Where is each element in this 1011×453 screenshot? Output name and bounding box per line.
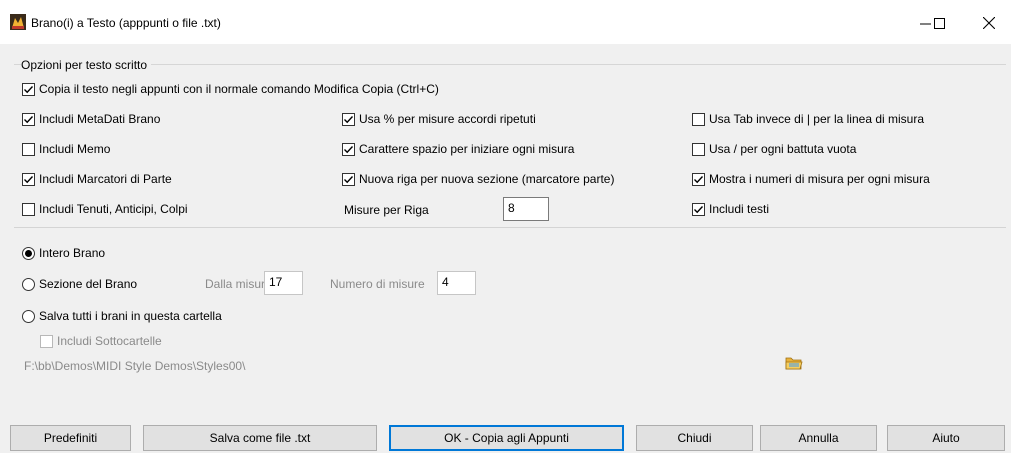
group-border [14,64,1006,65]
checkbox-label: Includi Tenuti, Anticipi, Colpi [39,202,188,216]
checkbox-label: Includi Memo [39,142,111,156]
checkbox-label: Carattere spazio per iniziare ogni misur… [359,142,575,156]
whole-song-radio[interactable]: Intero Brano [22,246,105,260]
folder-icon[interactable] [785,355,803,371]
band-in-a-box-app-icon [10,14,26,30]
checkbox-label: Includi Marcatori di Parte [39,172,172,186]
checkbox-label: Includi testi [709,202,770,216]
space-start-bar-checkbox[interactable]: Carattere spazio per iniziare ogni misur… [342,142,574,156]
use-percent-repeat-checkbox[interactable]: Usa % per misure accordi ripetuti [342,112,536,126]
close-button[interactable]: Chiudi [636,425,753,451]
include-subfolders-checkbox[interactable]: Includi Sottocartelle [40,334,162,348]
include-memo-checkbox[interactable]: Includi Memo [22,142,110,156]
save-txt-button[interactable]: Salva come file .txt [143,425,377,451]
cancel-button[interactable]: Annulla [760,425,877,451]
checkbox-label: Usa Tab invece di | per la linea di misu… [709,112,925,126]
from-bar-input[interactable]: 17 [264,271,303,295]
window-title: Brano(i) a Testo (apppunti o file .txt) [31,16,221,30]
ok-copy-button[interactable]: OK - Copia agli Appunti [389,425,624,451]
close-icon [983,17,995,29]
bars-per-row-input[interactable]: 8 [503,197,549,221]
copy-clipboard-checkbox[interactable]: Copia il testo negli appunti con il norm… [22,82,439,96]
checkbox-label: Usa / per ogni battuta vuota [709,142,857,156]
radio-label: Sezione del Brano [39,277,138,291]
folder-path: F:\bb\Demos\MIDI Style Demos\Styles00\ [24,359,246,373]
divider [14,227,1006,228]
new-line-section-checkbox[interactable]: Nuova riga per nuova sezione (marcatore … [342,172,614,186]
radio-label: Intero Brano [39,246,106,260]
include-holds-shots-checkbox[interactable]: Includi Tenuti, Anticipi, Colpi [22,202,188,216]
options-group-label: Opzioni per testo scritto [21,58,152,72]
maximize-button[interactable] [916,8,962,38]
maximize-icon [933,17,945,29]
radio-label: Salva tutti i brani in questa cartella [39,309,222,323]
checkbox-label: Mostra i numeri di misura per ogni misur… [709,172,930,186]
title-bar: Brano(i) a Testo (apppunti o file .txt) [0,0,1011,44]
include-part-markers-checkbox[interactable]: Includi Marcatori di Parte [22,172,172,186]
show-bar-numbers-checkbox[interactable]: Mostra i numeri di misura per ogni misur… [692,172,930,186]
bars-per-row-label: Misure per Riga [344,203,429,217]
checkbox-label: Nuova riga per nuova sezione (marcatore … [359,172,615,186]
checkbox-label: Usa % per misure accordi ripetuti [359,112,536,126]
close-window-button[interactable] [966,8,1011,38]
defaults-button[interactable]: Predefiniti [10,425,131,451]
num-bars-label: Numero di misure [330,277,425,291]
from-bar-label: Dalla misura [205,277,272,291]
include-lyrics-checkbox[interactable]: Includi testi [692,202,769,216]
checkbox-label: Copia il testo negli appunti con il norm… [39,82,439,96]
checkbox-label: Includi Sottocartelle [57,334,162,348]
include-metadata-checkbox[interactable]: Includi MetaDati Brano [22,112,160,126]
song-section-radio[interactable]: Sezione del Brano [22,277,137,291]
use-tab-barline-checkbox[interactable]: Usa Tab invece di | per la linea di misu… [692,112,924,126]
help-button[interactable]: Aiuto [887,425,1005,451]
num-bars-input[interactable]: 4 [437,271,476,295]
checkbox-label: Includi MetaDati Brano [39,112,161,126]
use-slash-empty-beat-checkbox[interactable]: Usa / per ogni battuta vuota [692,142,856,156]
save-folder-radio[interactable]: Salva tutti i brani in questa cartella [22,309,222,323]
